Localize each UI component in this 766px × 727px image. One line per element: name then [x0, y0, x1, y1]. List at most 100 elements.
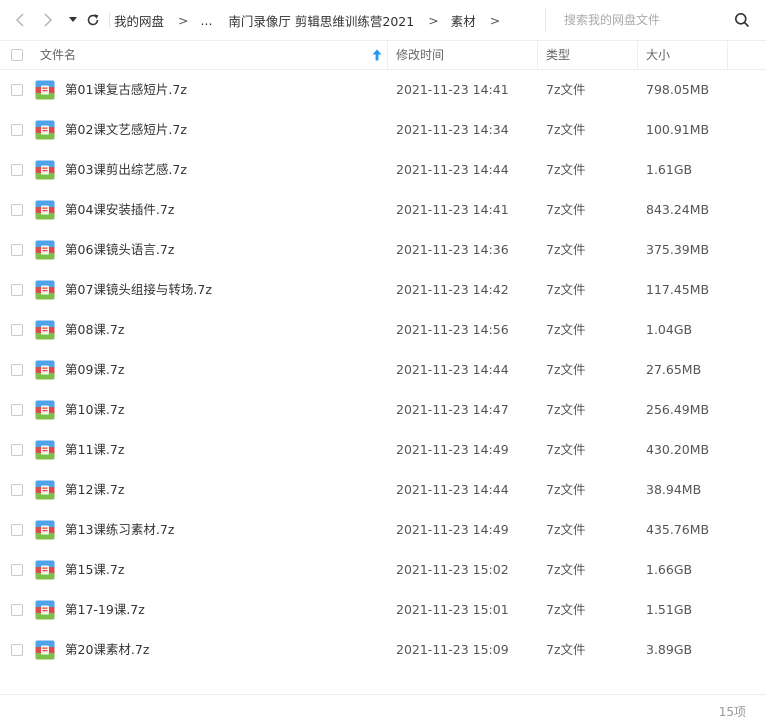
column-header-type[interactable]: 类型	[546, 41, 570, 69]
modified-time: 2021-11-23 15:09	[396, 642, 509, 657]
chevron-right-icon	[44, 13, 53, 27]
column-divider[interactable]	[637, 41, 638, 69]
breadcrumb-separator: >	[428, 12, 439, 28]
search-input[interactable]	[564, 10, 724, 30]
file-type: 7z文件	[546, 282, 586, 297]
file-name[interactable]: 第10课.7z	[65, 390, 124, 430]
row-checkbox[interactable]	[11, 404, 23, 416]
table-row[interactable]: 第11课.7z 2021-11-23 14:49 7z文件 430.20MB	[0, 430, 766, 470]
table-row[interactable]: 第01课复古感短片.7z 2021-11-23 14:41 7z文件 798.05MB	[0, 70, 766, 110]
row-checkbox[interactable]	[11, 364, 23, 376]
modified-time: 2021-11-23 14:49	[396, 442, 509, 457]
row-checkbox[interactable]	[11, 484, 23, 496]
file-type: 7z文件	[546, 242, 586, 257]
file-name[interactable]: 第07课镜头组接与转场.7z	[65, 270, 212, 310]
table-row[interactable]: 第09课.7z 2021-11-23 14:44 7z文件 27.65MB	[0, 350, 766, 390]
archive-7z-icon	[35, 520, 55, 540]
file-name[interactable]: 第20课素材.7z	[65, 630, 149, 670]
table-row[interactable]: 第07课镜头组接与转场.7z 2021-11-23 14:42 7z文件 117.45…	[0, 270, 766, 310]
archive-7z-icon	[35, 600, 55, 620]
file-name[interactable]: 第11课.7z	[65, 430, 124, 470]
file-name[interactable]: 第03课剪出综艺感.7z	[65, 150, 187, 190]
file-name[interactable]: 第15课.7z	[65, 550, 124, 590]
table-row[interactable]: 第02课文艺感短片.7z 2021-11-23 14:34 7z文件 100.91MB	[0, 110, 766, 150]
file-size: 117.45MB	[646, 282, 710, 297]
row-checkbox[interactable]	[11, 84, 23, 96]
file-name[interactable]: 第17-19课.7z	[65, 590, 145, 630]
file-name[interactable]: 第08课.7z	[65, 310, 124, 350]
file-type: 7z文件	[546, 402, 586, 417]
table-row[interactable]: 第15课.7z 2021-11-23 15:02 7z文件 1.66GB	[0, 550, 766, 590]
breadcrumb-item-ellipsis[interactable]: ...	[201, 13, 213, 28]
breadcrumb-item-root[interactable]: 我的网盘	[114, 11, 164, 30]
modified-time: 2021-11-23 14:44	[396, 162, 509, 177]
modified-time: 2021-11-23 14:56	[396, 322, 509, 337]
archive-7z-icon	[35, 440, 55, 460]
file-name[interactable]: 第04课安装插件.7z	[65, 190, 174, 230]
archive-7z-icon	[35, 80, 55, 100]
back-button[interactable]	[10, 10, 30, 30]
item-count: 15项	[718, 705, 746, 719]
archive-7z-icon	[35, 320, 55, 340]
file-size: 100.91MB	[646, 122, 710, 137]
file-name[interactable]: 第01课复古感短片.7z	[65, 70, 187, 110]
row-checkbox[interactable]	[11, 564, 23, 576]
file-type: 7z文件	[546, 362, 586, 377]
column-divider[interactable]	[387, 41, 388, 69]
row-checkbox[interactable]	[11, 604, 23, 616]
archive-7z-icon	[35, 280, 55, 300]
file-name[interactable]: 第02课文艺感短片.7z	[65, 110, 187, 150]
table-row[interactable]: 第04课安装插件.7z 2021-11-23 14:41 7z文件 843.24MB	[0, 190, 766, 230]
breadcrumb-divider	[109, 12, 110, 28]
table-row[interactable]: 第03课剪出综艺感.7z 2021-11-23 14:44 7z文件 1.61GB	[0, 150, 766, 190]
file-type: 7z文件	[546, 482, 586, 497]
row-checkbox[interactable]	[11, 644, 23, 656]
column-header-name[interactable]: 文件名	[40, 41, 76, 69]
file-size: 1.51GB	[646, 602, 693, 617]
archive-7z-icon	[35, 240, 55, 260]
file-name[interactable]: 第09课.7z	[65, 350, 124, 390]
row-checkbox[interactable]	[11, 164, 23, 176]
archive-7z-icon	[35, 560, 55, 580]
table-row[interactable]: 第17-19课.7z 2021-11-23 15:01 7z文件 1.51GB	[0, 590, 766, 630]
sort-up-icon[interactable]	[372, 49, 382, 61]
row-checkbox[interactable]	[11, 444, 23, 456]
forward-button[interactable]	[38, 10, 58, 30]
table-row[interactable]: 第13课练习素材.7z 2021-11-23 14:49 7z文件 435.76MB	[0, 510, 766, 550]
file-name[interactable]: 第06课镜头语言.7z	[65, 230, 174, 270]
file-size: 1.04GB	[646, 322, 693, 337]
file-size: 3.89GB	[646, 642, 693, 657]
row-checkbox[interactable]	[11, 204, 23, 216]
modified-time: 2021-11-23 14:42	[396, 282, 509, 297]
column-header-modified[interactable]: 修改时间	[396, 41, 444, 69]
file-size: 843.24MB	[646, 202, 710, 217]
modified-time: 2021-11-23 14:44	[396, 362, 509, 377]
table-row[interactable]: 第12课.7z 2021-11-23 14:44 7z文件 38.94MB	[0, 470, 766, 510]
search-box	[545, 8, 761, 32]
table-row[interactable]: 第20课素材.7z 2021-11-23 15:09 7z文件 3.89GB	[0, 630, 766, 670]
column-divider[interactable]	[537, 41, 538, 69]
row-checkbox[interactable]	[11, 124, 23, 136]
row-checkbox[interactable]	[11, 324, 23, 336]
breadcrumb-separator: >	[178, 12, 189, 28]
row-checkbox[interactable]	[11, 284, 23, 296]
file-size: 430.20MB	[646, 442, 710, 457]
table-row[interactable]: 第08课.7z 2021-11-23 14:56 7z文件 1.04GB	[0, 310, 766, 350]
file-name[interactable]: 第13课练习素材.7z	[65, 510, 174, 550]
file-size: 27.65MB	[646, 362, 702, 377]
file-name[interactable]: 第12课.7z	[65, 470, 124, 510]
search-icon[interactable]	[734, 12, 750, 28]
breadcrumb-item-course-folder[interactable]: 南门录像厅 剪辑思维训练营2021	[228, 11, 414, 30]
table-row[interactable]: 第06课镜头语言.7z 2021-11-23 14:36 7z文件 375.39MB	[0, 230, 766, 270]
file-type: 7z文件	[546, 202, 586, 217]
history-dropdown-button[interactable]	[63, 10, 83, 30]
archive-7z-icon	[35, 360, 55, 380]
row-checkbox[interactable]	[11, 244, 23, 256]
select-all-checkbox[interactable]	[11, 49, 23, 61]
column-divider[interactable]	[727, 41, 728, 69]
table-row[interactable]: 第10课.7z 2021-11-23 14:47 7z文件 256.49MB	[0, 390, 766, 430]
breadcrumb-item-current[interactable]: 素材	[451, 11, 476, 30]
row-checkbox[interactable]	[11, 524, 23, 536]
column-header-size[interactable]: 大小	[646, 41, 670, 69]
refresh-button[interactable]	[83, 10, 103, 30]
